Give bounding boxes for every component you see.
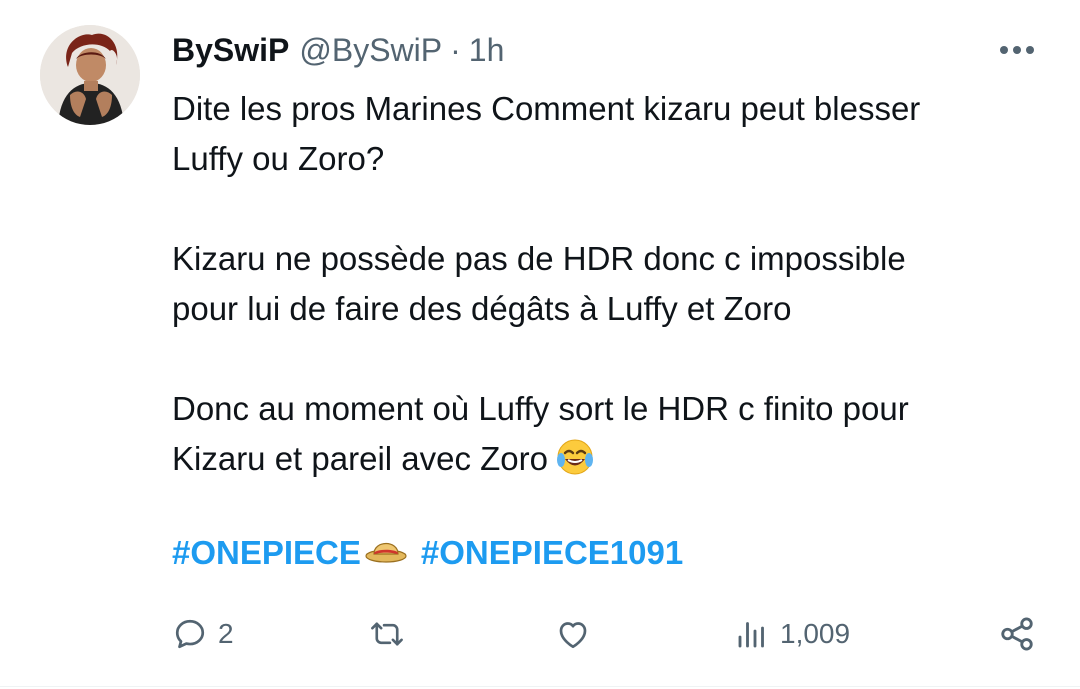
repost-button[interactable] [368, 608, 406, 660]
like-button[interactable] [554, 608, 592, 660]
repost-icon [368, 616, 406, 652]
views-button[interactable]: 1,009 [734, 608, 850, 660]
display-name[interactable]: BySwiP [172, 28, 289, 72]
views-count: 1,009 [780, 618, 851, 649]
tweet-line: Luffy ou Zoro? [172, 140, 385, 177]
hashtag-text: #ONEPIECE1091 [420, 534, 684, 571]
face-with-tears-of-joy-icon [556, 438, 594, 490]
tweet-last-line: Kizaru et pareil avec Zoro [172, 434, 1052, 490]
heart-icon [554, 616, 592, 652]
tweet-text: Dite les pros Marines Comment kizaru peu… [172, 84, 1052, 490]
user-handle[interactable]: @BySwiP [299, 28, 442, 72]
avatar-image [40, 25, 140, 125]
hashtag-text: #ONEPIECE [172, 534, 361, 571]
straw-hat-icon [365, 534, 407, 572]
reply-button[interactable]: 2 [172, 608, 234, 660]
separator-dot: · [450, 32, 461, 68]
share-button[interactable] [998, 608, 1036, 660]
reply-icon [172, 616, 208, 652]
tweet-line: Kizaru ne possède pas de HDR donc c impo… [172, 240, 906, 277]
tweet-line: pour lui de faire des dégâts à Luffy et … [172, 290, 792, 327]
avatar[interactable] [40, 25, 140, 125]
share-icon [998, 615, 1036, 653]
reply-count: 2 [218, 618, 234, 649]
hashtag-onepiece1091[interactable]: #ONEPIECE1091 [421, 534, 683, 572]
hashtags: #ONEPIECE #ONEPIECE1091 [172, 528, 683, 578]
tweet-line: Kizaru et pareil avec Zoro [172, 440, 549, 477]
tweet-header: BySwiP @BySwiP · 1h [172, 28, 504, 72]
tweet-line: Dite les pros Marines Comment kizaru peu… [172, 90, 921, 127]
tweet-line: Donc au moment où Luffy sort le HDR c fi… [172, 390, 909, 427]
views-icon [734, 616, 770, 652]
hashtag-onepiece[interactable]: #ONEPIECE [172, 534, 407, 572]
timestamp[interactable]: 1h [469, 28, 505, 72]
divider [0, 686, 1080, 687]
action-bar: 2 1,009 [0, 608, 1080, 660]
more-icon[interactable] [990, 32, 1044, 68]
tweet: BySwiP @BySwiP · 1h Dite les pros Marine… [0, 0, 1080, 689]
